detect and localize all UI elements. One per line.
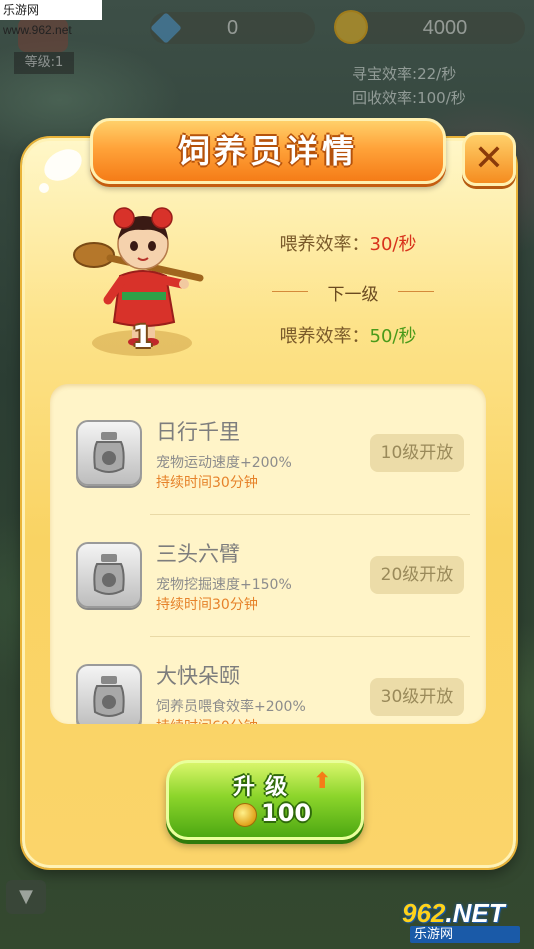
modal-highlight-dot (39, 183, 49, 193)
skill-duration: 持续时间30分钟 (156, 475, 258, 491)
watermark-brand-number: 962 (402, 898, 446, 928)
skill-name: 三头六臂 (156, 542, 240, 566)
locked-skill-jar-icon (76, 542, 142, 608)
skill-item[interactable]: 大快朵颐 饲养员喂食效率+200% 持续时间60分钟 30级开放 (50, 628, 486, 724)
modal-highlight (38, 142, 88, 188)
close-icon: ✕ (473, 138, 505, 179)
search-rate-value: 22/秒 (417, 65, 457, 83)
skill-duration: 持续时间60分钟 (156, 716, 258, 724)
modal-title: 饲养员详情 (90, 118, 446, 184)
current-rate-label: 喂养效率： (279, 234, 370, 255)
search-rate-label: 寻宝效率: (352, 65, 418, 83)
locked-skill-jar-icon (76, 420, 142, 486)
upgrade-arrow-icon: ⬆ (313, 769, 332, 794)
skill-item[interactable]: 三头六臂 宠物挖掘速度+150% 持续时间30分钟 20级开放 (50, 506, 486, 630)
skill-name: 日行千里 (156, 420, 240, 444)
locked-skill-jar-icon (76, 664, 142, 724)
skill-name: 大快朵颐 (156, 664, 240, 688)
upgrade-cost: 100 (261, 799, 312, 827)
skill-item[interactable]: 日行千里 宠物运动速度+200% 持续时间30分钟 10级开放 (50, 384, 486, 508)
watermark-bottom-right: 962.NET 乐游网 (402, 900, 528, 946)
skill-unlock-badge: 20级开放 (370, 556, 464, 594)
gem-count: 0 (226, 17, 239, 39)
next-rate-value: 50/秒 (369, 326, 417, 347)
watermark-top-left: 乐游网 www.962.net (0, 0, 102, 37)
next-feed-rate: 喂养效率：50/秒 (228, 322, 468, 348)
skill-description: 饲养员喂食效率+200% (156, 699, 306, 715)
player-level-label: 等级:1 (14, 52, 74, 74)
watermark-brand-suffix: .NET (445, 898, 505, 928)
collapse-arrow-button[interactable]: ▼ (6, 880, 46, 914)
character-level-number: 1 (132, 320, 153, 355)
upgrade-label: 升级 (232, 775, 297, 800)
skills-list[interactable]: 日行千里 宠物运动速度+200% 持续时间30分钟 10级开放 三头六臂 宠物挖… (50, 384, 486, 724)
skill-duration: 持续时间30分钟 (156, 597, 258, 613)
coin-count: 4000 (422, 17, 468, 39)
skill-description: 宠物运动速度+200% (156, 455, 292, 471)
watermark-sub-text: 乐游网 (414, 927, 454, 942)
skill-description: 宠物挖掘速度+150% (156, 577, 292, 593)
coin-icon (233, 803, 257, 827)
next-level-divider: 下一级 (268, 280, 438, 305)
recycle-rate-label: 回收效率: (352, 89, 418, 107)
coin-icon (334, 10, 368, 44)
current-feed-rate: 喂养效率：30/秒 (228, 230, 468, 256)
skill-unlock-badge: 30级开放 (370, 678, 464, 716)
efficiency-stats: 寻宝效率: 22/秒 回收效率: 100/秒 (352, 62, 502, 110)
skill-unlock-badge: 10级开放 (370, 434, 464, 472)
recycle-rate-value: 100/秒 (417, 89, 466, 107)
upgrade-button[interactable]: 升级 ⬆ 100 (166, 760, 364, 840)
next-rate-label: 喂养效率： (279, 326, 370, 347)
close-button[interactable]: ✕ (462, 132, 516, 186)
current-rate-value: 30/秒 (369, 234, 417, 255)
